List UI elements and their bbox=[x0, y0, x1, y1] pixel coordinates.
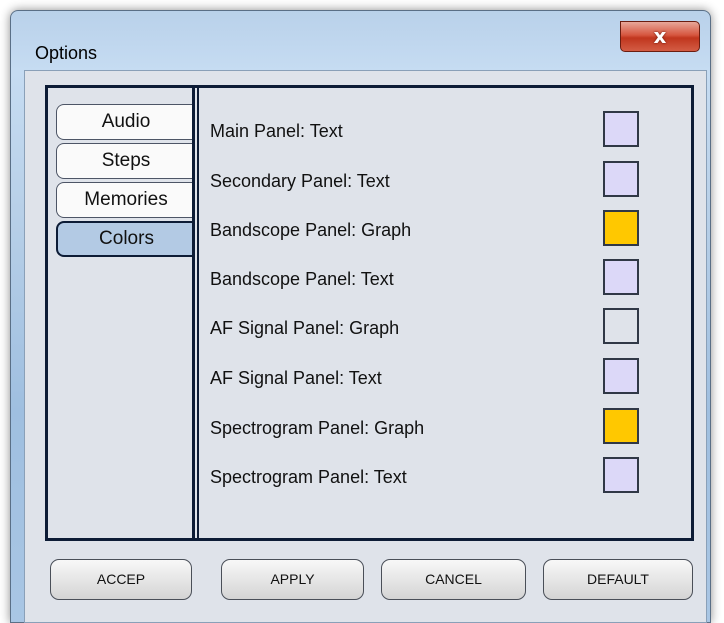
tab-strip: Audio Steps Memories Colors bbox=[48, 88, 195, 538]
color-row-label: AF Signal Panel: Text bbox=[210, 368, 382, 388]
color-row-af-signal-panel-graph: AF Signal Panel: Graph bbox=[210, 308, 691, 348]
tab-steps[interactable]: Steps bbox=[56, 143, 195, 179]
accept-button[interactable]: ACCEP bbox=[50, 559, 192, 600]
color-swatch[interactable] bbox=[603, 161, 639, 197]
color-row-bandscope-panel-graph: Bandscope Panel: Graph bbox=[210, 210, 691, 250]
color-row-bandscope-panel-text: Bandscope Panel: Text bbox=[210, 259, 691, 299]
color-swatch[interactable] bbox=[603, 358, 639, 394]
default-button[interactable]: DEFAULT bbox=[543, 559, 693, 600]
color-row-spectrogram-panel-text: Spectrogram Panel: Text bbox=[210, 457, 691, 497]
color-swatch[interactable] bbox=[603, 210, 639, 246]
tab-divider bbox=[192, 88, 199, 538]
color-swatch[interactable] bbox=[603, 111, 639, 147]
color-swatch[interactable] bbox=[603, 259, 639, 295]
cancel-button[interactable]: CANCEL bbox=[381, 559, 526, 600]
color-swatch[interactable] bbox=[603, 457, 639, 493]
window-title: Options bbox=[35, 43, 98, 63]
color-settings-list: Main Panel: Text Secondary Panel: Text B… bbox=[210, 88, 691, 538]
tab-audio[interactable]: Audio bbox=[56, 104, 195, 140]
tab-memories[interactable]: Memories bbox=[56, 182, 195, 218]
color-row-label: Spectrogram Panel: Text bbox=[210, 467, 407, 487]
close-icon: x bbox=[653, 24, 667, 48]
color-row-label: AF Signal Panel: Graph bbox=[210, 318, 400, 338]
color-row-main-panel-text: Main Panel: Text bbox=[210, 111, 691, 151]
color-swatch[interactable] bbox=[603, 408, 639, 444]
tab-colors[interactable]: Colors bbox=[56, 221, 195, 257]
options-panel: Audio Steps Memories Colors Main Panel: … bbox=[45, 85, 694, 541]
color-row-af-signal-panel-text: AF Signal Panel: Text bbox=[210, 358, 691, 398]
client-area: Audio Steps Memories Colors Main Panel: … bbox=[24, 70, 707, 623]
color-row-label: Bandscope Panel: Graph bbox=[210, 220, 412, 240]
color-row-label: Main Panel: Text bbox=[210, 121, 343, 141]
color-row-secondary-panel-text: Secondary Panel: Text bbox=[210, 161, 691, 201]
apply-button[interactable]: APPLY bbox=[221, 559, 364, 600]
color-row-spectrogram-panel-graph: Spectrogram Panel: Graph bbox=[210, 408, 691, 448]
color-row-label: Secondary Panel: Text bbox=[210, 171, 390, 191]
close-button[interactable]: x bbox=[620, 21, 700, 52]
color-row-label: Spectrogram Panel: Graph bbox=[210, 418, 425, 438]
color-row-label: Bandscope Panel: Text bbox=[210, 269, 394, 289]
color-swatch[interactable] bbox=[603, 308, 639, 344]
